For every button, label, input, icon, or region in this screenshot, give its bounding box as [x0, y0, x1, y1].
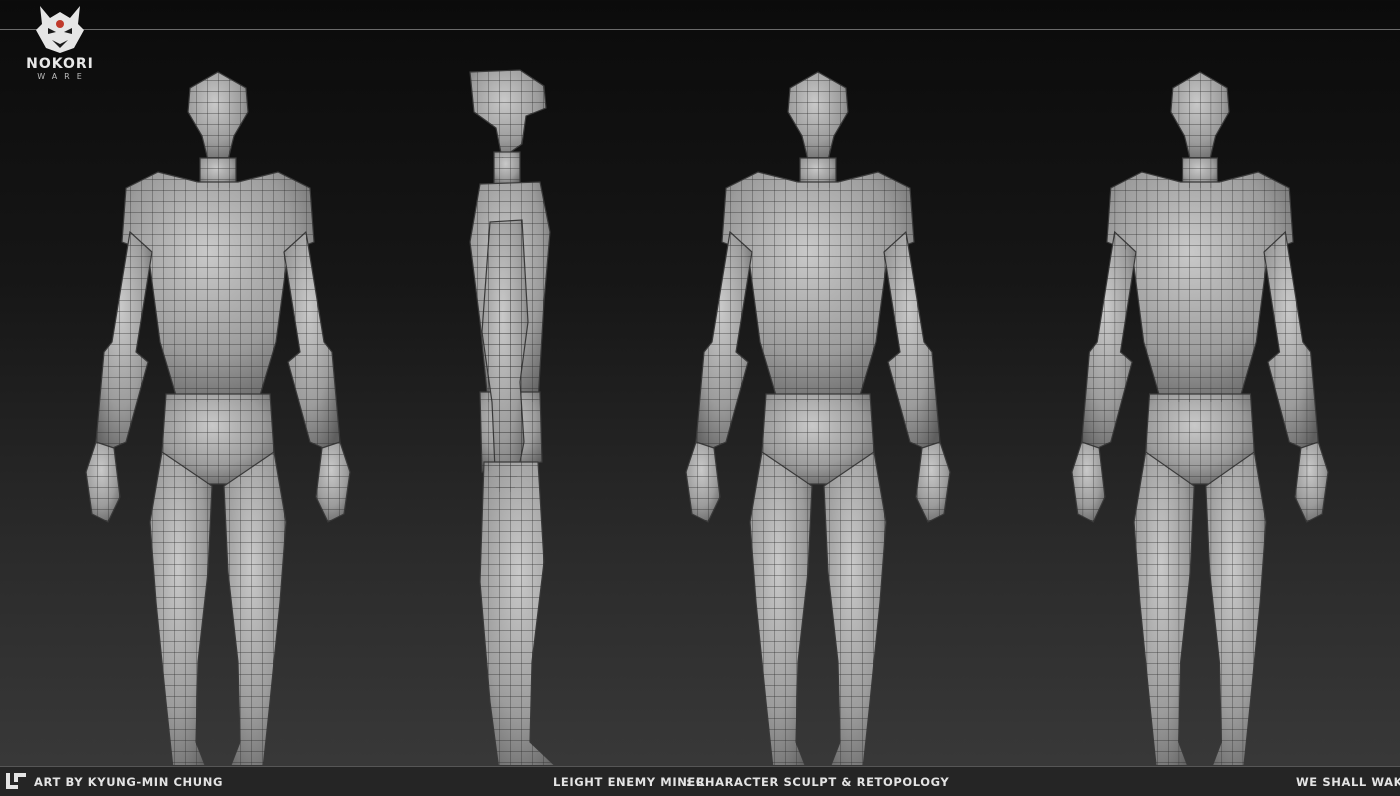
studio-logo-icon — [6, 773, 26, 789]
project-description: : CHARACTER SCULPT & RETOPOLOGY — [686, 775, 950, 789]
three-quarter-view-figure — [1071, 71, 1329, 765]
footer-tagline: WE SHALL WAKE — [1296, 775, 1400, 789]
artist-credit: ART BY KYUNG-MIN CHUNG — [34, 775, 223, 789]
back-view-figure — [685, 71, 951, 765]
front-view-figure — [85, 71, 351, 765]
top-divider — [0, 29, 1400, 30]
project-title: LEIGHT ENEMY MINER — [553, 775, 706, 789]
footer-bar: ART BY KYUNG-MIN CHUNG LEIGHT ENEMY MINE… — [0, 766, 1400, 796]
character-turnaround — [85, 69, 1329, 765]
side-view-figure — [469, 69, 569, 765]
